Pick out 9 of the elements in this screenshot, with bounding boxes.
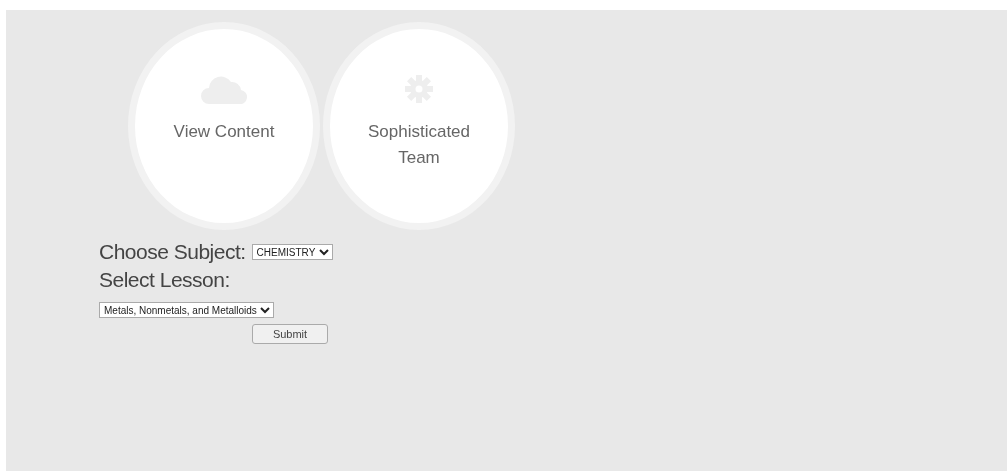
subject-dropdown[interactable]: CHEMISTRY: [251, 244, 333, 260]
circle-tile[interactable]: View Content: [128, 22, 320, 230]
circle-tile[interactable]: Sophisticated Team: [323, 22, 515, 230]
lesson-label: Select Lesson:: [99, 267, 230, 293]
submit-button[interactable]: Submit: [252, 324, 328, 344]
lesson-dropdown[interactable]: Metals, Nonmetals, and Metalloids: [99, 302, 274, 318]
subject-label: Choose Subject:: [99, 239, 246, 265]
tile-label: Sophisticated Team: [366, 121, 472, 169]
tile-label: View Content: [172, 121, 276, 143]
